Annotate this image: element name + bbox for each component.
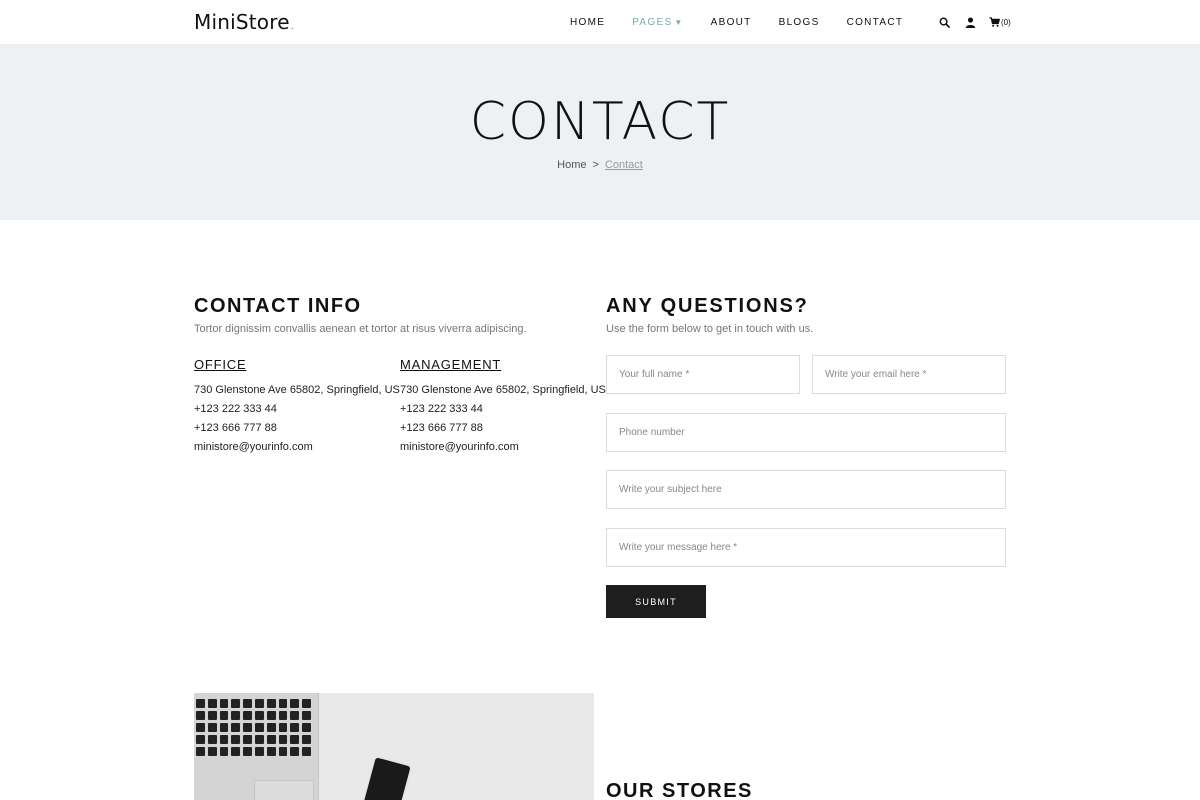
office-email[interactable]: ministore@yourinfo.com	[194, 438, 394, 457]
top-nav: MiniStore. HOME PAGES ▼ ABOUT BLOGS CONTA…	[0, 0, 1200, 45]
nav-item-about[interactable]: ABOUT	[711, 17, 752, 28]
laptop-illustration	[194, 693, 319, 800]
management-phone-2: +123 666 777 88	[400, 422, 483, 434]
user-icon[interactable]	[963, 15, 977, 29]
office-phone-2: +123 666 777 88	[194, 422, 277, 434]
breadcrumb-separator: >	[592, 159, 599, 171]
keyboard-keys	[196, 699, 311, 756]
full-name-input[interactable]	[606, 355, 800, 394]
management-phone-1: +123 222 333 44	[400, 403, 483, 415]
management-address: 730 Glenstone Ave 65802, Springfield, US	[400, 384, 606, 396]
phone-input[interactable]	[606, 413, 1006, 452]
breadcrumb-current[interactable]: Contact	[605, 159, 643, 171]
logo-dot: .	[290, 21, 295, 32]
caret-down-icon: ▼	[674, 18, 684, 27]
search-icon[interactable]	[937, 15, 951, 29]
phone-illustration	[358, 754, 414, 800]
breadcrumb-home[interactable]: Home	[557, 159, 586, 171]
main-menu: HOME PAGES ▼ ABOUT BLOGS CONTACT	[570, 17, 930, 28]
nav-item-home[interactable]: HOME	[570, 17, 605, 28]
nav-item-blogs[interactable]: BLOGS	[779, 17, 820, 28]
nav-item-contact[interactable]: CONTACT	[847, 17, 904, 28]
nav-item-pages[interactable]: PAGES ▼	[632, 17, 683, 28]
cart-icon	[989, 17, 1000, 27]
stores-title: OUR STORES	[606, 780, 753, 800]
office-phone-1: +123 222 333 44	[194, 403, 277, 415]
submit-button[interactable]: SUBMIT	[606, 585, 706, 618]
nav-tools: (0)	[937, 15, 1011, 29]
management-column: MANAGEMENT 730 Glenstone Ave 65802, Spri…	[400, 357, 606, 457]
breadcrumb: Home > Contact	[0, 159, 1200, 171]
contact-info-subtitle: Tortor dignissim convallis aenean et tor…	[194, 323, 527, 335]
message-textarea[interactable]	[606, 528, 1006, 567]
cart-button[interactable]: (0)	[989, 15, 1011, 29]
email-input[interactable]	[812, 355, 1006, 394]
office-heading: OFFICE	[194, 357, 247, 372]
trackpad	[254, 780, 314, 800]
form-title: ANY QUESTIONS?	[606, 295, 809, 317]
management-email[interactable]: ministore@yourinfo.com	[400, 438, 600, 457]
cart-count: (0)	[1001, 17, 1011, 27]
logo-text: MiniStore	[194, 10, 290, 34]
store-image	[194, 693, 594, 800]
office-address: 730 Glenstone Ave 65802, Springfield, US	[194, 384, 400, 396]
page-title: CONTACT	[469, 92, 731, 152]
form-subtitle: Use the form below to get in touch with …	[606, 323, 814, 335]
nav-item-pages-label: PAGES	[632, 17, 673, 28]
logo[interactable]: MiniStore.	[194, 10, 294, 34]
management-heading: MANAGEMENT	[400, 357, 502, 372]
office-column: OFFICE 730 Glenstone Ave 65802, Springfi…	[194, 357, 400, 457]
page-hero: CONTACT Home > Contact	[0, 45, 1200, 220]
contact-info-title: CONTACT INFO	[194, 295, 362, 317]
subject-input[interactable]	[606, 470, 1006, 509]
